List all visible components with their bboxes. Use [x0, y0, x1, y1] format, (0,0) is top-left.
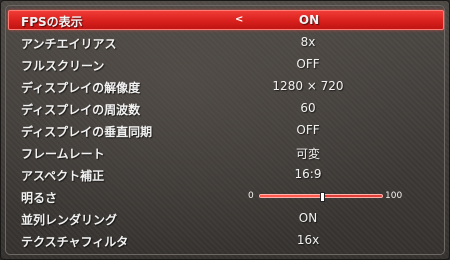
setting-label: ディスプレイの周波数	[21, 103, 141, 117]
setting-value: 60	[300, 101, 316, 115]
setting-label: 並列レンダリング	[21, 213, 118, 227]
setting-value: ON	[298, 13, 320, 27]
setting-brightness[interactable]: 明るさ 0 100	[8, 186, 444, 206]
setting-label: フレームレート	[21, 147, 105, 161]
setting-texture-filter[interactable]: テクスチャフィルタ 16x	[8, 230, 444, 250]
slider-max-label: 100	[385, 191, 403, 201]
setting-parallel-rendering[interactable]: 並列レンダリング ON	[8, 208, 444, 228]
setting-vertical-sync[interactable]: ディスプレイの垂直同期 OFF	[8, 120, 444, 140]
setting-value: 1280 × 720	[272, 79, 344, 93]
setting-display-resolution[interactable]: ディスプレイの解像度 1280 × 720	[8, 76, 444, 96]
setting-value: 可変	[295, 147, 320, 161]
setting-value: ON	[298, 211, 318, 225]
slider-min-label: 0	[248, 191, 254, 201]
slider-handle[interactable]	[320, 192, 325, 202]
setting-value: 16x	[296, 233, 320, 247]
settings-panel: FPSの表示 < ON アンチエイリアス 8x フルスクリーン OFF ディスプ…	[0, 0, 450, 260]
setting-label: ディスプレイの解像度	[21, 81, 141, 95]
setting-frame-rate[interactable]: フレームレート 可変	[8, 142, 444, 162]
setting-label: アスペクト補正	[21, 169, 105, 183]
brightness-slider[interactable]: 0 100	[240, 191, 410, 203]
setting-label: ディスプレイの垂直同期	[21, 125, 153, 139]
setting-label: アンチエイリアス	[21, 37, 117, 51]
setting-label: テクスチャフィルタ	[21, 235, 129, 249]
setting-anti-aliasing[interactable]: アンチエイリアス 8x	[8, 32, 444, 52]
setting-label: FPSの表示	[21, 15, 83, 29]
setting-value: 8x	[300, 35, 316, 49]
setting-value: OFF	[296, 57, 320, 71]
setting-value: 16:9	[294, 167, 322, 181]
slider-track[interactable]	[259, 192, 383, 202]
setting-display-frequency[interactable]: ディスプレイの周波数 60	[8, 98, 444, 118]
setting-fullscreen[interactable]: フルスクリーン OFF	[8, 54, 444, 74]
setting-aspect-correction[interactable]: アスペクト補正 16:9	[8, 164, 444, 184]
setting-label: 明るさ	[21, 191, 58, 205]
setting-fps-display[interactable]: FPSの表示 < ON	[8, 10, 444, 30]
slider-fill	[260, 195, 321, 197]
setting-value: OFF	[296, 123, 320, 137]
setting-label: フルスクリーン	[21, 59, 105, 73]
